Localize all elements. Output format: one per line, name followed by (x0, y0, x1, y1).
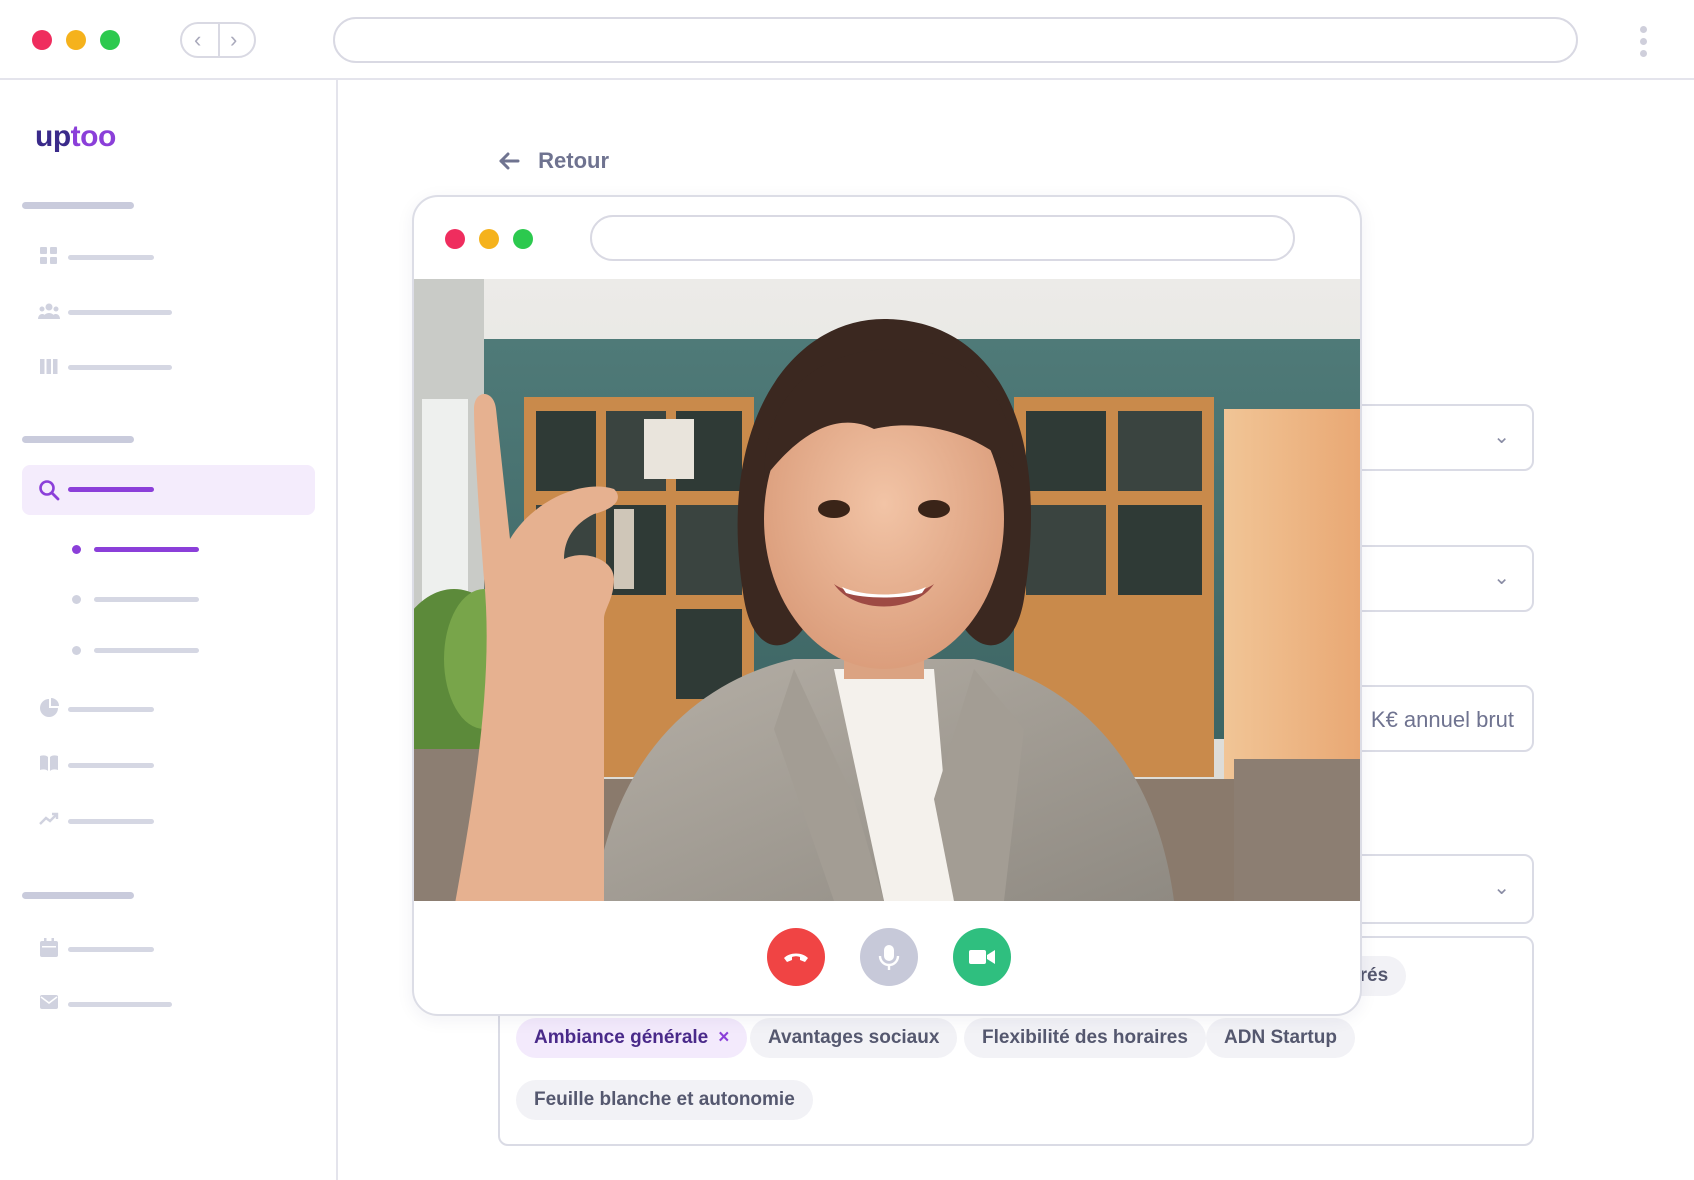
tag-label: ADN Startup (1224, 1027, 1337, 1048)
subitem-bullet (72, 595, 81, 604)
sidebar-item-label-placeholder (68, 365, 172, 370)
arrow-left-icon (498, 148, 526, 173)
back-link[interactable]: Retour (498, 148, 609, 174)
tag-label: Feuille blanche et autonomie (534, 1089, 795, 1110)
remove-tag-icon[interactable]: × (718, 1027, 729, 1048)
more-options-icon[interactable] (1640, 26, 1648, 62)
sidebar-item-dashboard[interactable] (38, 246, 238, 270)
video-close-button[interactable] (445, 229, 465, 249)
sidebar-item-label-placeholder (68, 310, 172, 315)
sidebar-item-label-placeholder (68, 819, 154, 824)
sidebar-subitem-3[interactable] (94, 648, 199, 653)
camera-button[interactable] (953, 928, 1011, 986)
tag-adn-startup[interactable]: ADN Startup (1206, 1018, 1355, 1058)
phone-hangup-icon (784, 953, 808, 962)
sidebar-subitem-1[interactable] (94, 547, 199, 552)
back-chevron-icon[interactable]: ‹ (194, 26, 201, 54)
video-feed (414, 279, 1360, 901)
subitem-bullet (72, 646, 81, 655)
participant-video-image (414, 279, 1360, 901)
minimize-window-button[interactable] (66, 30, 86, 50)
video-maximize-button[interactable] (513, 229, 533, 249)
close-window-button[interactable] (32, 30, 52, 50)
columns-icon (38, 356, 60, 378)
sidebar-item-team[interactable] (38, 301, 238, 325)
trend-up-icon (38, 810, 60, 832)
calendar-icon (38, 938, 60, 960)
sidebar-item-label-placeholder (68, 487, 154, 492)
uptoo-logo[interactable]: uptoo (35, 120, 116, 154)
browser-toolbar: ‹ › (0, 0, 1694, 80)
sidebar-item-board[interactable] (38, 356, 238, 380)
sidebar-item-label-placeholder (68, 763, 154, 768)
pie-chart-icon (38, 698, 60, 720)
sidebar-item-docs[interactable] (38, 754, 238, 778)
logo-part-1: up (35, 120, 71, 153)
sidebar-item-label-placeholder (68, 1002, 172, 1007)
mail-icon (38, 993, 60, 1015)
subitem-bullet-active (72, 545, 81, 554)
chevron-down-icon: ⌄ (1493, 877, 1510, 899)
section-heading-placeholder (22, 436, 134, 443)
tag-label: Ambiance générale (534, 1027, 709, 1048)
sidebar: uptoo (0, 80, 338, 1180)
logo-part-2: too (70, 120, 117, 153)
video-minimize-button[interactable] (479, 229, 499, 249)
tag-label: Avantages sociaux (768, 1027, 940, 1048)
maximize-window-button[interactable] (100, 30, 120, 50)
tag-flexibilite-horaires[interactable]: Flexibilité des horaires (964, 1018, 1206, 1058)
sidebar-subitem-2[interactable] (94, 597, 199, 602)
address-bar[interactable] (333, 17, 1578, 63)
sidebar-item-calendar[interactable] (38, 938, 238, 962)
salary-unit-suffix: K€ annuel brut (1370, 707, 1514, 732)
sidebar-item-search[interactable] (22, 465, 315, 515)
section-heading-placeholder (22, 202, 134, 209)
back-link-label: Retour (538, 148, 610, 173)
video-camera-icon (969, 950, 995, 964)
history-nav: ‹ › (180, 22, 256, 58)
sidebar-item-label-placeholder (68, 947, 154, 952)
sidebar-item-label-placeholder (68, 255, 154, 260)
tag-avantages-sociaux[interactable]: Avantages sociaux (750, 1018, 958, 1058)
tag-label: Flexibilité des horaires (982, 1027, 1188, 1048)
microphone-icon (878, 945, 900, 970)
chevron-down-icon: ⌄ (1493, 566, 1510, 589)
sidebar-item-trends[interactable] (38, 810, 238, 834)
microphone-button[interactable] (860, 928, 918, 986)
video-address-bar[interactable] (590, 215, 1295, 261)
section-heading-placeholder (22, 892, 134, 899)
video-call-window (412, 195, 1362, 1016)
tag-ambiance-generale[interactable]: Ambiance générale × (516, 1018, 748, 1058)
chevron-down-icon: ⌄ (1493, 425, 1510, 448)
sidebar-item-messages[interactable] (38, 993, 238, 1017)
grid-icon (38, 246, 60, 268)
sidebar-item-analytics[interactable] (38, 698, 238, 722)
hang-up-button[interactable] (767, 928, 825, 986)
sidebar-item-label-placeholder (68, 707, 154, 712)
tag-feuille-blanche[interactable]: Feuille blanche et autonomie (516, 1080, 813, 1120)
book-icon (38, 754, 60, 776)
search-icon (38, 479, 60, 501)
forward-chevron-icon[interactable]: › (230, 26, 237, 54)
users-icon (38, 301, 60, 323)
